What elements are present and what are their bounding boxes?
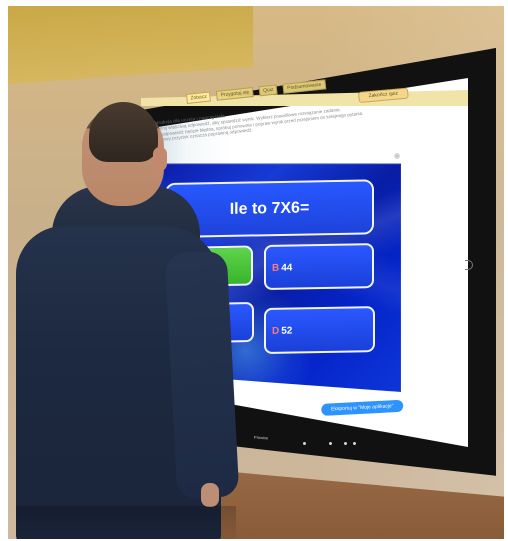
answer-d-label: D 52 [272,326,292,337]
answer-b-value: 44 [281,262,293,274]
photo-scene: Zobacz Przygotuj się Quiz Podsumowanie Z… [8,6,504,539]
indicator-dot [329,442,332,445]
ear [153,147,167,171]
indicator-dot [303,442,306,445]
answer-d-letter: D [272,325,280,337]
hair [89,102,158,162]
arm [164,250,240,500]
indicator-dot [353,442,356,445]
foreground-shadow [16,506,236,539]
close-icon[interactable]: × [394,153,400,159]
student [16,102,244,539]
answer-b-letter: B [272,262,280,274]
indicator-dot [344,442,347,445]
answer-d-value: 52 [281,325,293,337]
tab-quiz[interactable]: Quiz [258,84,278,97]
tv-indicator-lights [303,440,383,448]
hand [201,483,219,507]
tv-brand-label: Prowise [253,434,269,441]
answer-d-button[interactable]: D 52 [264,306,375,354]
answer-b-button[interactable]: B 44 [264,243,374,290]
window-edge [8,6,253,84]
answer-b-label: B 44 [272,263,292,274]
